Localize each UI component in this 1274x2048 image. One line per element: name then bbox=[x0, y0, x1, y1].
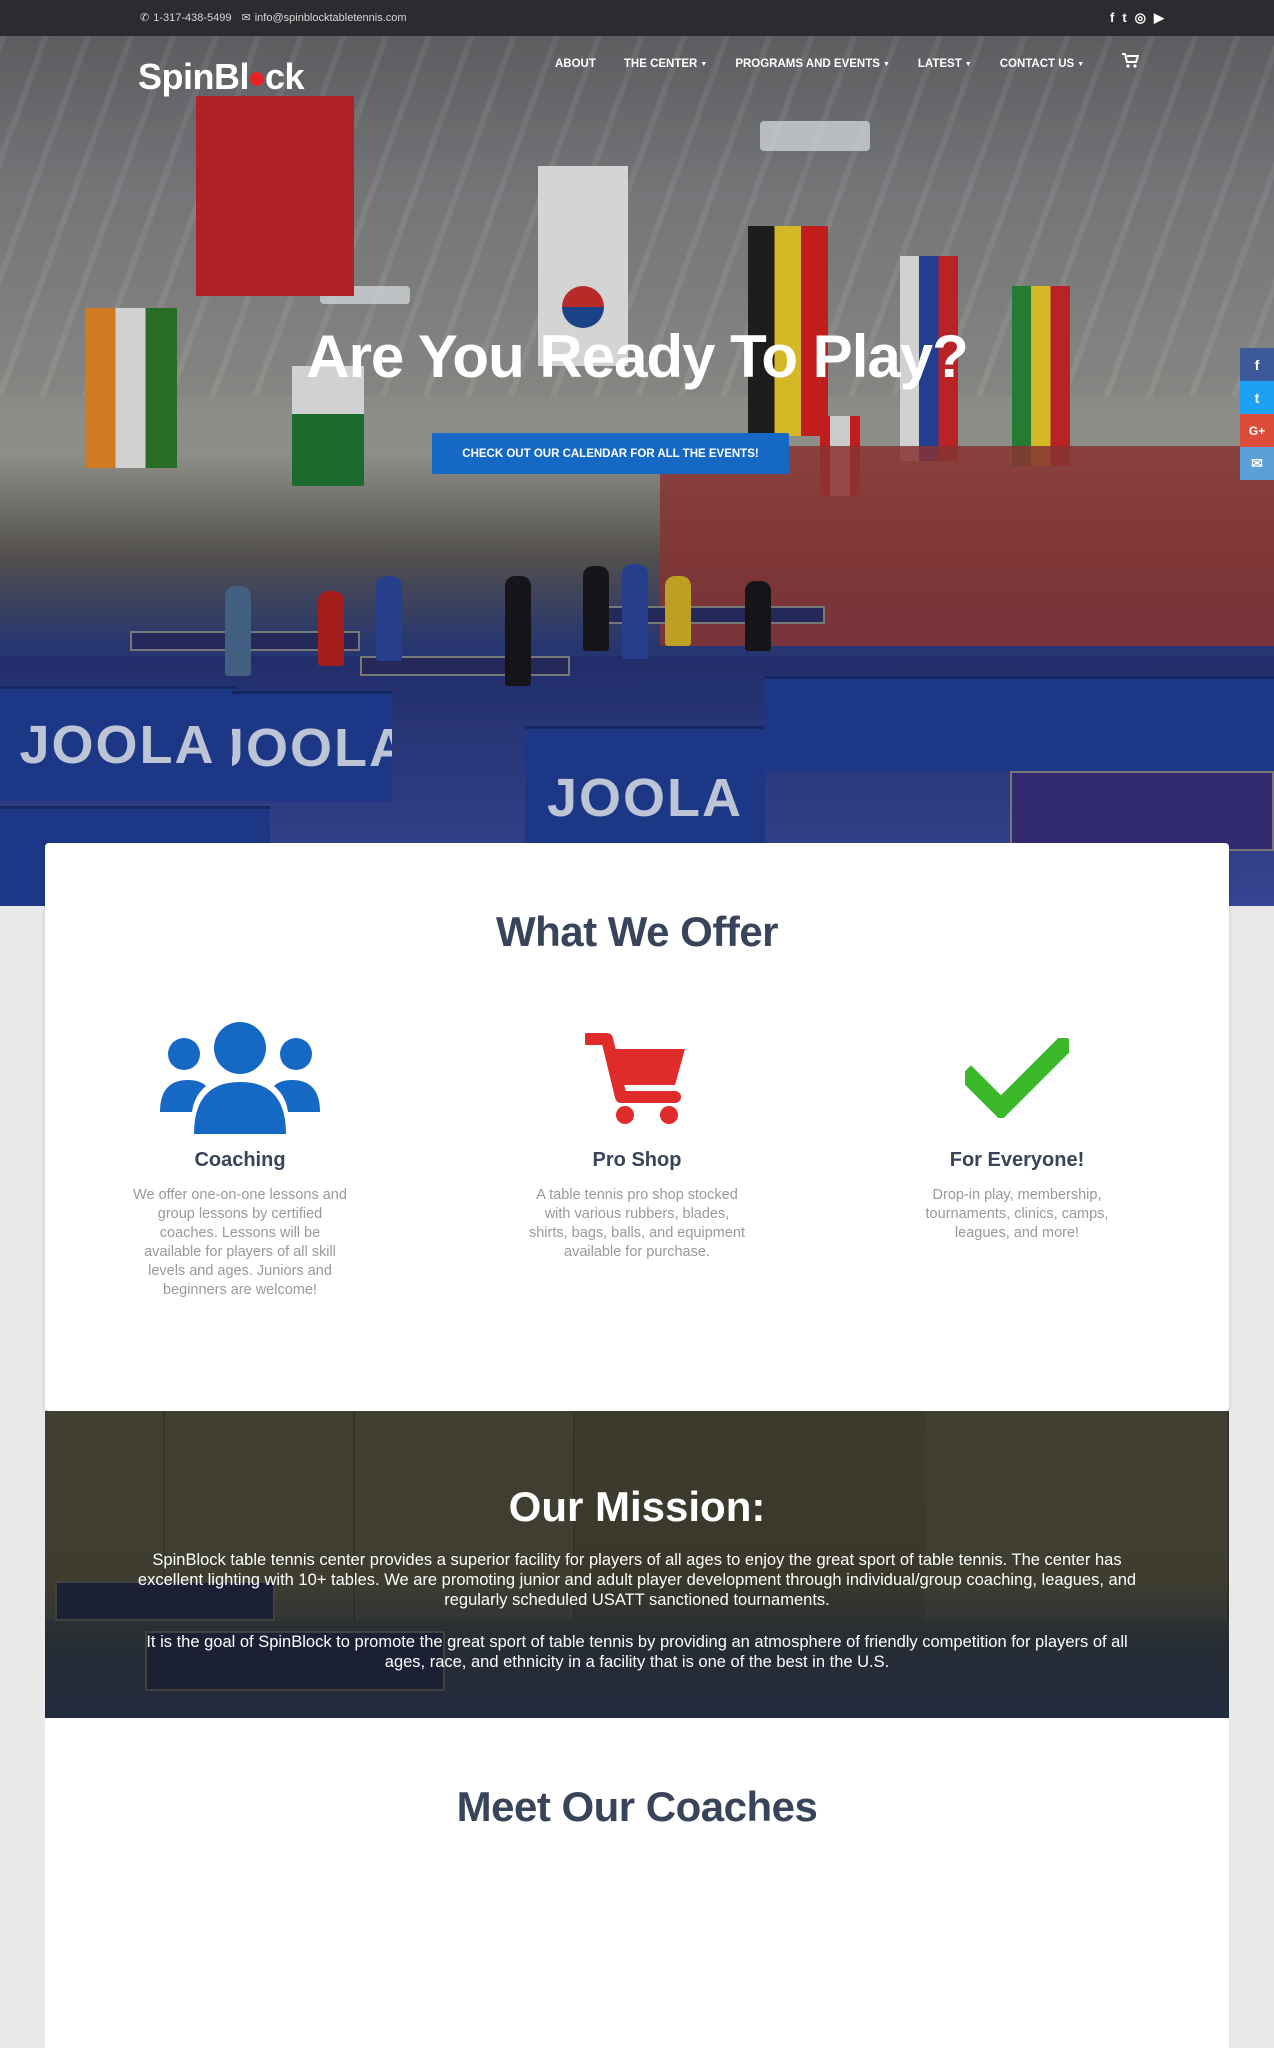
google-plus-share-icon[interactable]: G+ bbox=[1240, 414, 1274, 447]
caret-down-icon: ▼ bbox=[882, 60, 890, 68]
spinblock-logo[interactable]: SpinBl ck bbox=[138, 56, 305, 98]
logo-ball-icon bbox=[250, 72, 264, 87]
caret-down-icon: ▼ bbox=[964, 60, 972, 68]
hero-section: JOOLA JOOLA JOOLA Are You Ready To Play?… bbox=[0, 36, 1274, 906]
top-social-icons: f t ◎ ▶ bbox=[1110, 10, 1164, 26]
phone-link[interactable]: ✆ 1-317-438-5499 bbox=[140, 11, 232, 25]
hero-title: Are You Ready To Play? bbox=[306, 323, 969, 390]
nav-item-about[interactable]: ABOUT bbox=[555, 58, 596, 70]
coaches-section: Meet Our Coaches bbox=[45, 1718, 1229, 2048]
twitter-icon[interactable]: t bbox=[1122, 10, 1126, 26]
nav-label: LATEST bbox=[917, 58, 962, 70]
coaches-title: Meet Our Coaches bbox=[456, 1783, 818, 1830]
nav-label: THE CENTER bbox=[623, 58, 698, 70]
facebook-share-icon[interactable]: f bbox=[1240, 348, 1274, 381]
top-bar: ✆ 1-317-438-5499 ✉ info@spinblocktablete… bbox=[0, 0, 1274, 36]
main-nav: ABOUT THE CENTER ▼ PROGRAMS AND EVENTS ▼ L… bbox=[555, 58, 1084, 70]
mission-paragraph-2: It is the goal of SpinBlock to promote t… bbox=[146, 1633, 1128, 1671]
nav-label: CONTACT US bbox=[999, 58, 1075, 70]
mission-paragraph-1: SpinBlock table tennis center provides a… bbox=[137, 1551, 1137, 1609]
phone-icon: ✆ bbox=[140, 12, 150, 24]
nav-label: ABOUT bbox=[555, 58, 596, 70]
offer-title: What We Offer bbox=[495, 908, 779, 955]
email-share-icon[interactable]: ✉ bbox=[1240, 447, 1274, 480]
nav-item-contact-us[interactable]: CONTACT US ▼ bbox=[1000, 58, 1084, 70]
nav-item-latest[interactable]: LATEST ▼ bbox=[918, 58, 972, 70]
email-link[interactable]: ✉ info@spinblocktabletennis.com bbox=[241, 11, 407, 25]
feature-text: Drop-in play, membership, tournaments, c… bbox=[925, 1187, 1109, 1241]
cart-icon bbox=[527, 1023, 747, 1133]
mission-section: Our Mission: SpinBlock table tennis cent… bbox=[45, 1411, 1229, 1718]
share-sidebar: f t G+ ✉ bbox=[1240, 348, 1274, 480]
feature-for-everyone: For Everyone! Drop-in play, membership, … bbox=[907, 1023, 1127, 1243]
users-icon bbox=[130, 1022, 350, 1134]
email-address: info@spinblocktabletennis.com bbox=[254, 11, 407, 24]
feature-text: We offer one-on-one lessons and group le… bbox=[133, 1187, 347, 1298]
offer-section: What We Offer Coaching We offer one-on-o… bbox=[45, 843, 1229, 1411]
feature-title: For Everyone! bbox=[949, 1149, 1085, 1171]
nav-cart-icon[interactable] bbox=[1122, 53, 1140, 73]
contact-info: ✆ 1-317-438-5499 ✉ info@spinblocktablete… bbox=[140, 11, 407, 25]
instagram-icon[interactable]: ◎ bbox=[1135, 10, 1146, 26]
checkmark-icon bbox=[907, 1023, 1127, 1133]
feature-title: Coaching bbox=[194, 1149, 286, 1171]
mission-title: Our Mission: bbox=[508, 1483, 766, 1530]
nav-item-programs-and-events[interactable]: PROGRAMS AND EVENTS ▼ bbox=[735, 58, 890, 70]
nav-item-the-center[interactable]: THE CENTER ▼ bbox=[624, 58, 707, 70]
feature-pro-shop: Pro Shop A table tennis pro shop stocked… bbox=[527, 1023, 747, 1262]
envelope-icon: ✉ bbox=[241, 12, 251, 24]
twitter-share-icon[interactable]: t bbox=[1240, 381, 1274, 414]
caret-down-icon: ▼ bbox=[700, 60, 708, 68]
feature-text: A table tennis pro shop stocked with var… bbox=[528, 1187, 745, 1260]
caret-down-icon: ▼ bbox=[1077, 60, 1085, 68]
phone-number: 1-317-438-5499 bbox=[153, 11, 232, 24]
logo-text-start: SpinBl bbox=[138, 56, 250, 97]
youtube-icon[interactable]: ▶ bbox=[1154, 10, 1164, 26]
facebook-icon[interactable]: f bbox=[1110, 10, 1114, 26]
nav-label: PROGRAMS AND EVENTS bbox=[735, 58, 880, 70]
feature-title: Pro Shop bbox=[592, 1149, 682, 1171]
calendar-cta-button[interactable]: CHECK OUT OUR CALENDAR FOR ALL THE EVENT… bbox=[432, 433, 789, 474]
logo-text-end: ck bbox=[265, 56, 305, 97]
feature-coaching: Coaching We offer one-on-one lessons and… bbox=[130, 1022, 350, 1300]
